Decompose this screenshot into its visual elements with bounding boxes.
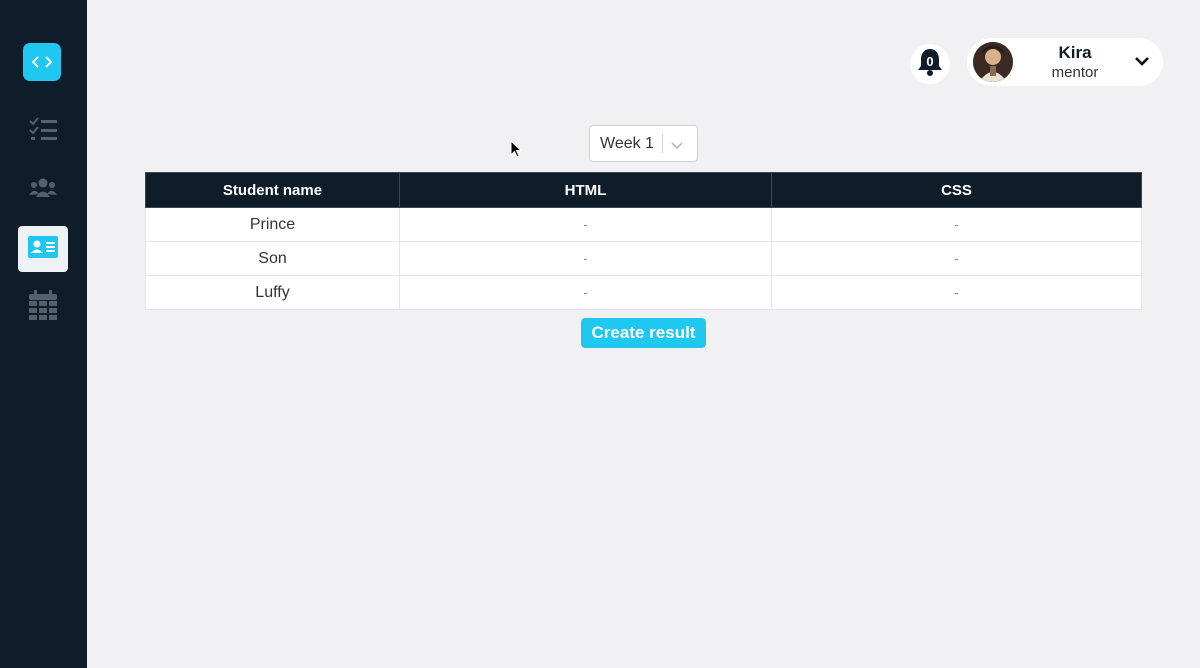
checklist-icon	[28, 116, 58, 146]
student-name-cell: Son	[145, 241, 400, 276]
html-score-cell: -	[399, 275, 772, 310]
code-logo-icon[interactable]	[23, 43, 61, 81]
week-select-value: Week 1	[600, 135, 654, 152]
user-role: mentor	[1051, 64, 1099, 81]
student-name-cell: Prince	[145, 207, 400, 242]
table-row: Prince - -	[145, 207, 1142, 242]
table-row: Luffy - -	[145, 275, 1142, 310]
notifications-button[interactable]: 0	[910, 44, 950, 84]
user-menu[interactable]: Kira mentor	[967, 38, 1163, 86]
column-header-html: HTML	[399, 172, 772, 208]
css-score-cell: -	[771, 275, 1142, 310]
notification-count: 0	[926, 54, 934, 69]
create-result-button[interactable]: Create result	[581, 318, 706, 348]
css-score-cell: -	[771, 207, 1142, 242]
sidebar	[0, 0, 87, 668]
avatar	[973, 42, 1013, 82]
select-separator	[662, 134, 663, 153]
nav-item-calendar[interactable]	[18, 284, 68, 330]
chevron-down-icon[interactable]	[670, 137, 684, 155]
users-icon	[29, 176, 57, 203]
css-score-cell: -	[771, 241, 1142, 276]
week-select[interactable]: Week 1	[589, 125, 698, 162]
mouse-cursor-icon	[510, 139, 524, 163]
nav-item-users[interactable]	[18, 166, 68, 212]
html-score-cell: -	[399, 241, 772, 276]
html-score-cell: -	[399, 207, 772, 242]
column-header-css: CSS	[771, 172, 1142, 208]
chevron-down-icon[interactable]	[1134, 54, 1150, 72]
user-name: Kira	[1058, 43, 1092, 62]
student-name-cell: Luffy	[145, 275, 400, 310]
table-header-row: Student name HTML CSS	[145, 172, 1142, 208]
results-table: Student name HTML CSS Prince - - Son - -…	[145, 172, 1142, 310]
column-header-student-name: Student name	[145, 172, 400, 208]
calendar-icon	[29, 289, 57, 325]
table-row: Son - -	[145, 241, 1142, 276]
nav-item-tasks[interactable]	[18, 108, 68, 154]
nav-item-results[interactable]	[18, 226, 68, 272]
id-card-icon	[28, 235, 58, 263]
